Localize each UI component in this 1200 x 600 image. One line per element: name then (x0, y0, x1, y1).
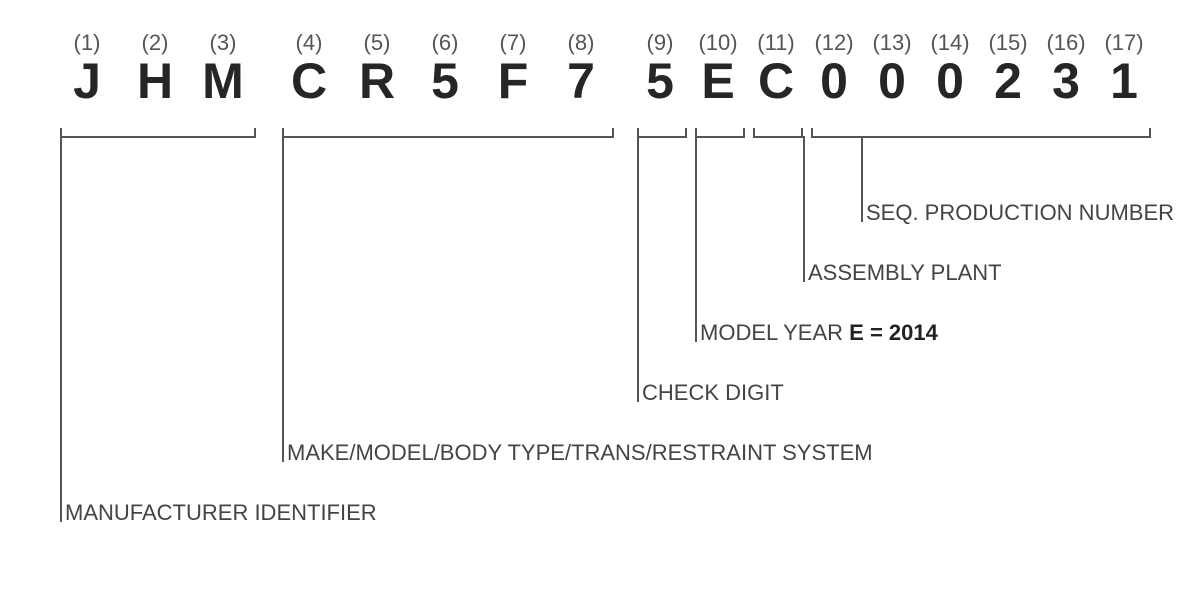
label-manufacturer: MANUFACTURER IDENTIFIER (65, 500, 377, 526)
vin-char: C (277, 56, 341, 106)
vin-char: C (751, 56, 801, 106)
vin-char: R (345, 56, 409, 106)
dropline-production-number (861, 136, 863, 222)
vin-slot-16: (16) 3 (1041, 30, 1091, 106)
dropline-model-year (695, 136, 697, 342)
vin-char: E (693, 56, 743, 106)
vin-char: 0 (809, 56, 859, 106)
bracket-manufacturer (60, 128, 256, 138)
vin-char: M (191, 56, 255, 106)
bracket-model-year (695, 128, 745, 138)
label-assembly-plant: ASSEMBLY PLANT (808, 260, 1002, 286)
dropline-check-digit (637, 136, 639, 402)
vin-slot-14: (14) 0 (925, 30, 975, 106)
vin-char: 1 (1099, 56, 1149, 106)
vin-slot-11: (11) C (751, 30, 801, 106)
label-check-digit: CHECK DIGIT (642, 380, 784, 406)
label-model-year: MODEL YEAR E = 2014 (700, 320, 938, 346)
vin-slot-4: (4) C (277, 30, 341, 106)
vin-slot-3: (3) M (191, 30, 255, 106)
vin-char: 5 (413, 56, 477, 106)
vin-diagram: (1) J (2) H (3) M (4) C (5) R (6) 5 (7) … (0, 0, 1200, 600)
vin-char: 3 (1041, 56, 1091, 106)
vin-char: H (123, 56, 187, 106)
vin-char: F (481, 56, 545, 106)
vin-char: 0 (867, 56, 917, 106)
bracket-assembly-plant (753, 128, 803, 138)
label-model-year-prefix: MODEL YEAR (700, 320, 849, 345)
dropline-assembly-plant (803, 136, 805, 282)
vin-slot-8: (8) 7 (549, 30, 613, 106)
vin-slot-9: (9) 5 (635, 30, 685, 106)
vin-char: J (55, 56, 119, 106)
vin-slot-2: (2) H (123, 30, 187, 106)
vin-char: 5 (635, 56, 685, 106)
bracket-make-model (282, 128, 614, 138)
vin-slot-5: (5) R (345, 30, 409, 106)
label-production-number: SEQ. PRODUCTION NUMBER (866, 200, 1174, 226)
vin-slot-17: (17) 1 (1099, 30, 1149, 106)
bracket-check-digit (637, 128, 687, 138)
vin-char: 7 (549, 56, 613, 106)
label-make-model: MAKE/MODEL/BODY TYPE/TRANS/RESTRAINT SYS… (287, 440, 873, 466)
vin-char: 0 (925, 56, 975, 106)
dropline-make-model (282, 136, 284, 462)
vin-slot-6: (6) 5 (413, 30, 477, 106)
vin-slot-1: (1) J (55, 30, 119, 106)
vin-slot-7: (7) F (481, 30, 545, 106)
vin-slot-10: (10) E (693, 30, 743, 106)
vin-slot-15: (15) 2 (983, 30, 1033, 106)
label-model-year-bold: E = 2014 (849, 320, 938, 345)
dropline-manufacturer (60, 136, 62, 522)
vin-slot-13: (13) 0 (867, 30, 917, 106)
vin-char: 2 (983, 56, 1033, 106)
vin-slot-12: (12) 0 (809, 30, 859, 106)
